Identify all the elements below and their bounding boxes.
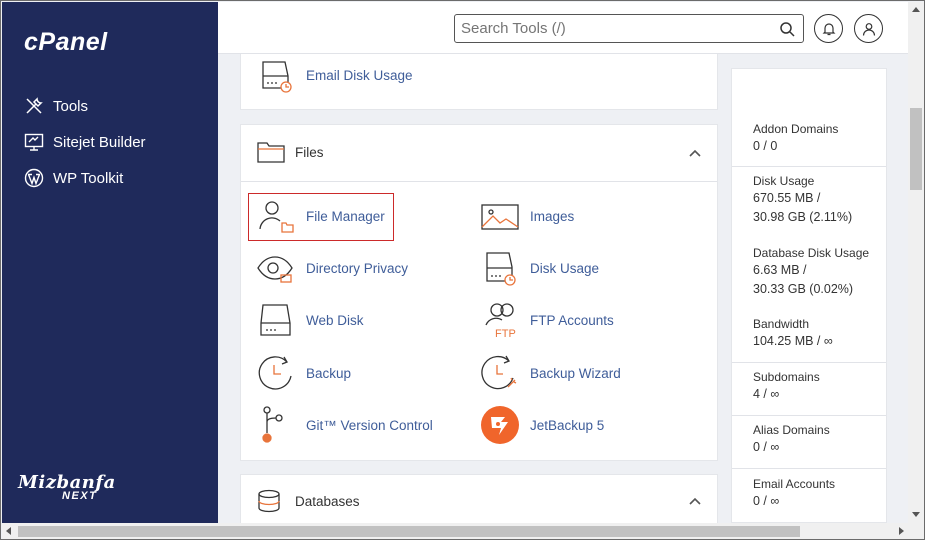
backup-icon xyxy=(258,356,292,390)
databases-panel: Databases xyxy=(240,474,718,523)
svg-text:FTP: FTP xyxy=(495,328,516,339)
stat-addon-domains: Addon Domains 0 / 0 xyxy=(732,121,886,167)
backup-wizard-icon xyxy=(481,355,517,390)
tool-label: FTP Accounts xyxy=(530,312,614,328)
sidebar-item-tools[interactable]: Tools xyxy=(24,88,214,124)
horizontal-scrollbar[interactable] xyxy=(2,523,908,539)
scrollbar-corner xyxy=(908,523,924,539)
tool-label: Web Disk xyxy=(306,312,364,328)
tool-jetbackup[interactable]: JetBackup 5 xyxy=(481,406,604,444)
search-icon[interactable] xyxy=(779,21,795,37)
scroll-down-arrow[interactable] xyxy=(912,512,920,517)
section-title: Databases xyxy=(295,493,360,509)
scroll-left-arrow[interactable] xyxy=(6,527,11,535)
email-panel: Email Disk Usage xyxy=(240,54,718,110)
jetbackup-icon xyxy=(481,406,519,444)
divider xyxy=(241,181,717,182)
section-title: Files xyxy=(295,144,324,160)
chevron-up-icon[interactable] xyxy=(687,493,703,509)
git-icon xyxy=(262,406,283,443)
search-box[interactable] xyxy=(454,14,804,43)
sidebar-item-sitejet[interactable]: Sitejet Builder xyxy=(24,124,214,160)
tool-file-manager[interactable]: File Manager xyxy=(257,197,385,235)
images-icon xyxy=(481,204,519,230)
tool-label: Images xyxy=(530,208,575,224)
tool-directory-privacy[interactable]: Directory Privacy xyxy=(257,249,408,287)
tool-label: Backup Wizard xyxy=(530,365,621,381)
tool-email-disk-usage[interactable]: Email Disk Usage xyxy=(257,56,413,94)
tool-git-version-control[interactable]: Git™ Version Control xyxy=(257,406,433,444)
stat-database-disk-usage: Database Disk Usage 6.63 MB / 30.33 GB (… xyxy=(753,246,870,296)
tool-label: JetBackup 5 xyxy=(530,417,605,433)
tool-label: File Manager xyxy=(306,208,385,224)
files-panel: Files File Manager Images Directory Priv… xyxy=(240,124,718,461)
email-disk-usage-icon xyxy=(262,61,292,93)
statistics-panel: Addon Domains 0 / 0 Disk Usage 670.55 MB… xyxy=(731,68,887,523)
tool-label: Git™ Version Control xyxy=(306,417,433,433)
tool-web-disk[interactable]: Web Disk xyxy=(257,301,364,339)
tool-backup[interactable]: Backup xyxy=(257,354,351,392)
sidebar: cPanel Tools Sitejet Builder WP Toolkit … xyxy=(2,2,218,523)
stat-alias-domains: Alias Domains 0 / ∞ xyxy=(732,422,886,469)
sidebar-nav: Tools Sitejet Builder WP Toolkit xyxy=(24,88,214,196)
tool-backup-wizard[interactable]: Backup Wizard xyxy=(481,354,621,392)
scroll-right-arrow[interactable] xyxy=(899,527,904,535)
tool-label: Directory Privacy xyxy=(306,260,409,276)
tool-label: Disk Usage xyxy=(530,260,600,276)
sidebar-item-label: WP Toolkit xyxy=(53,169,124,187)
database-icon xyxy=(258,489,280,513)
wordpress-icon xyxy=(24,168,44,188)
folder-icon xyxy=(257,142,285,163)
web-disk-icon xyxy=(260,304,291,336)
cpanel-logo[interactable]: cPanel xyxy=(24,28,108,57)
search-input[interactable] xyxy=(461,18,771,39)
databases-section-header[interactable]: Databases xyxy=(257,489,360,513)
ftp-accounts-icon: FTP xyxy=(485,303,516,339)
vertical-scroll-thumb[interactable] xyxy=(910,108,922,190)
stat-bandwidth: Bandwidth 104.25 MB / ∞ xyxy=(732,316,886,363)
file-manager-icon xyxy=(259,201,294,233)
chevron-up-icon[interactable] xyxy=(687,145,703,161)
notifications-button[interactable] xyxy=(814,14,843,43)
stat-disk-usage: Disk Usage 670.55 MB / 30.98 GB (2.11%) xyxy=(753,174,853,224)
sidebar-item-wp-toolkit[interactable]: WP Toolkit xyxy=(24,160,214,196)
sitejet-icon xyxy=(24,133,44,151)
sidebar-item-label: Tools xyxy=(53,97,89,115)
top-header xyxy=(218,2,908,54)
tool-images[interactable]: Images xyxy=(481,197,574,235)
vertical-scrollbar[interactable] xyxy=(908,2,924,523)
stat-subdomains: Subdomains 4 / ∞ xyxy=(732,369,886,416)
tool-ftp-accounts[interactable]: FTP FTP Accounts xyxy=(481,301,614,339)
tool-label: Email Disk Usage xyxy=(306,67,413,83)
user-menu-button[interactable] xyxy=(854,14,883,43)
sidebar-item-label: Sitejet Builder xyxy=(53,133,146,151)
bell-icon xyxy=(822,22,835,35)
user-icon xyxy=(862,22,875,36)
browser-frame: cPanel Tools Sitejet Builder WP Toolkit … xyxy=(0,0,925,540)
tool-disk-usage[interactable]: Disk Usage xyxy=(481,249,599,287)
tools-icon xyxy=(26,97,43,114)
horizontal-scroll-thumb[interactable] xyxy=(18,526,800,537)
scroll-up-arrow[interactable] xyxy=(912,7,920,12)
disk-usage-icon xyxy=(486,252,516,286)
stat-email-accounts: Email Accounts 0 / ∞ xyxy=(753,477,836,508)
files-section-header[interactable]: Files xyxy=(257,140,324,164)
directory-privacy-icon xyxy=(257,256,293,283)
tool-label: Backup xyxy=(306,365,352,381)
mizbanfa-logo: Mizbanfa NEXT xyxy=(18,472,116,502)
